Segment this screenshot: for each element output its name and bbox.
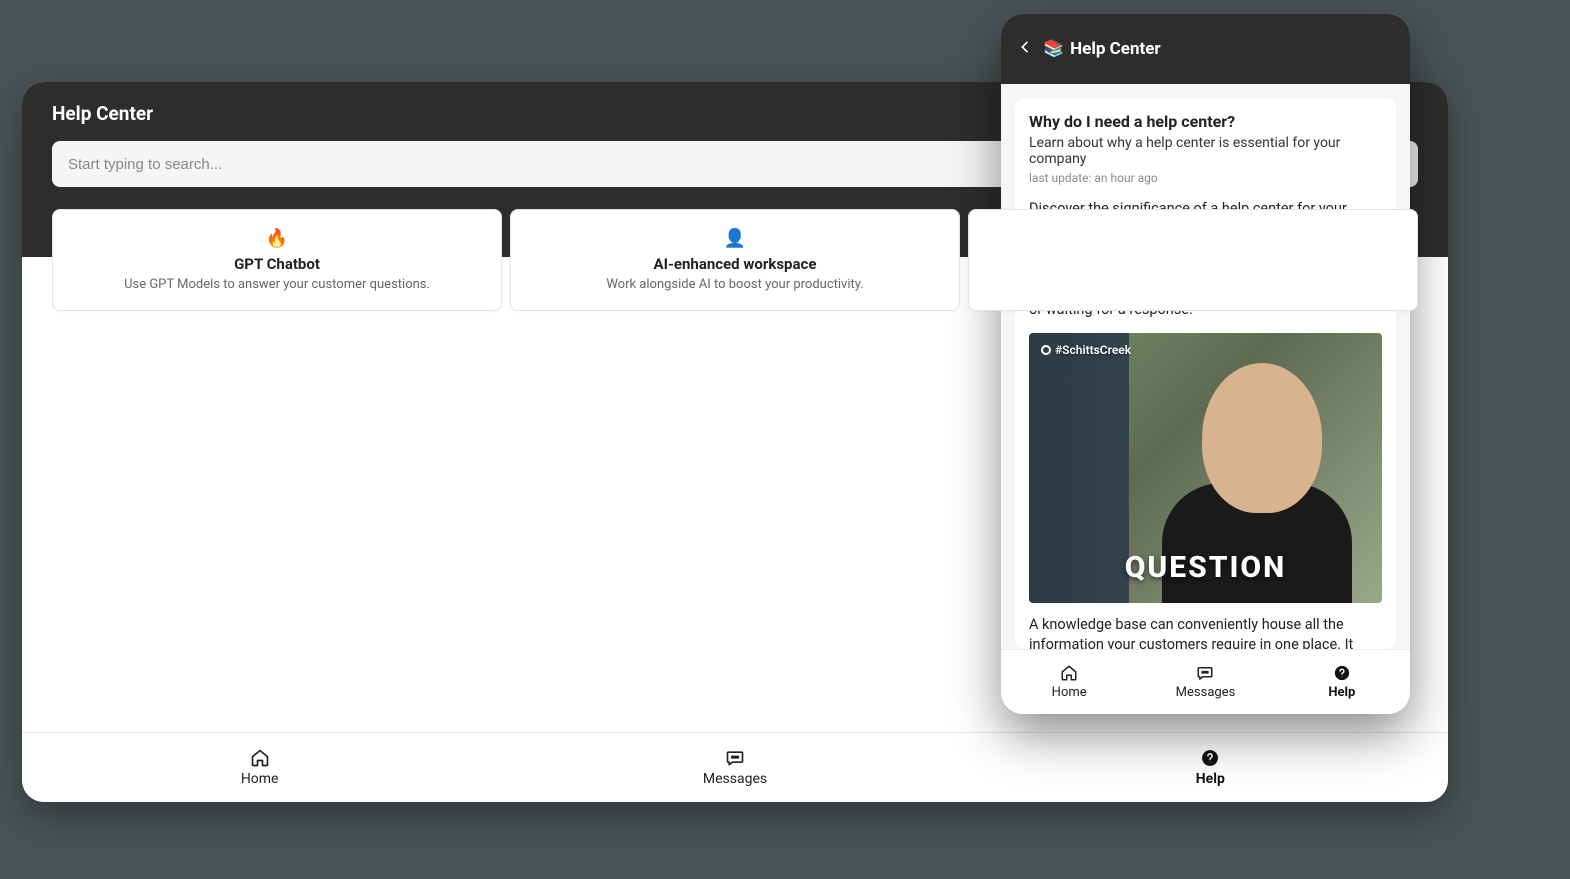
help-article-panel: 📚 Help Center Why do I need a help cente… <box>1001 14 1410 714</box>
card-title: GPT Chatbot <box>73 255 481 273</box>
panel-nav-home[interactable]: Home <box>1001 650 1137 714</box>
nav-label: Home <box>241 771 279 787</box>
card-title: AI-enhanced workspace <box>531 255 939 273</box>
chat-icon <box>725 748 745 768</box>
collection-card[interactable] <box>968 209 1418 311</box>
nav-help[interactable]: Help <box>973 733 1448 802</box>
article-image: #SchittsCreek QUESTION <box>1029 333 1382 603</box>
panel-title-text: Help Center <box>1070 39 1160 59</box>
panel-body: Why do I need a help center? Learn about… <box>1001 84 1410 649</box>
nav-label: Help <box>1328 685 1355 700</box>
books-icon: 📚 <box>1043 39 1064 59</box>
nav-label: Help <box>1196 771 1225 787</box>
main-body: 🔥 GPT Chatbot Use GPT Models to answer y… <box>22 209 1448 311</box>
card-desc: Use GPT Models to answer your customer q… <box>73 277 481 292</box>
fire-icon: 🔥 <box>73 228 481 249</box>
collection-cards: 🔥 GPT Chatbot Use GPT Models to answer y… <box>22 209 1448 311</box>
nav-messages[interactable]: Messages <box>497 733 972 802</box>
collection-card[interactable]: 👤 AI-enhanced workspace Work alongside A… <box>510 209 960 311</box>
nav-label: Messages <box>1176 685 1236 700</box>
nav-home[interactable]: Home <box>22 733 497 802</box>
article-title: Why do I need a help center? <box>1029 112 1382 131</box>
home-icon <box>1060 664 1078 682</box>
image-caption: QUESTION <box>1029 550 1382 585</box>
help-icon <box>1333 664 1351 682</box>
article-updated: last update: an hour ago <box>1029 171 1382 185</box>
help-icon <box>1200 748 1220 768</box>
home-icon <box>250 748 270 768</box>
person-icon: 👤 <box>531 228 939 249</box>
article-card: Why do I need a help center? Learn about… <box>1015 98 1396 649</box>
article-paragraph: A knowledge base can conveniently house … <box>1029 615 1382 649</box>
back-button[interactable] <box>1017 39 1033 59</box>
main-bottom-nav: Home Messages Help <box>22 732 1448 802</box>
card-desc: Work alongside AI to boost your producti… <box>531 277 939 292</box>
collection-card[interactable]: 🔥 GPT Chatbot Use GPT Models to answer y… <box>52 209 502 311</box>
image-watermark: #SchittsCreek <box>1041 343 1131 357</box>
chevron-left-icon <box>1017 39 1033 55</box>
article-subtitle: Learn about why a help center is essenti… <box>1029 135 1382 167</box>
chat-icon <box>1196 664 1214 682</box>
panel-bottom-nav: Home Messages Help <box>1001 649 1410 714</box>
nav-label: Messages <box>703 771 767 787</box>
panel-header: 📚 Help Center <box>1001 14 1410 84</box>
panel-nav-help[interactable]: Help <box>1274 650 1410 714</box>
nav-label: Home <box>1052 685 1087 700</box>
panel-nav-messages[interactable]: Messages <box>1137 650 1273 714</box>
